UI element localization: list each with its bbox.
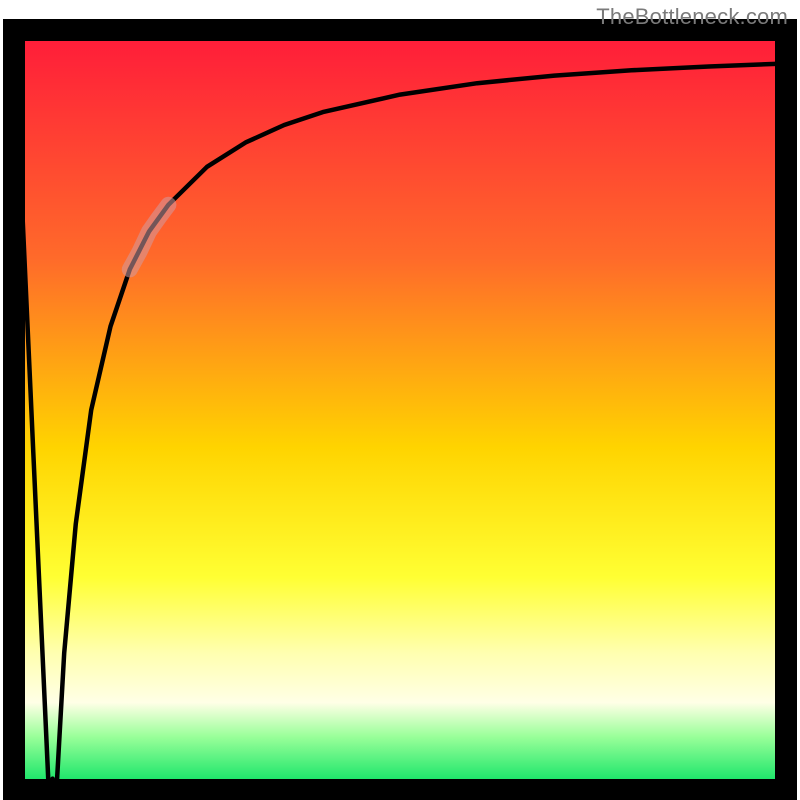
bottleneck-chart xyxy=(0,0,800,800)
chart-container: TheBottleneck.com xyxy=(0,0,800,800)
attribution-label: TheBottleneck.com xyxy=(596,4,788,30)
plot-background xyxy=(14,30,786,790)
